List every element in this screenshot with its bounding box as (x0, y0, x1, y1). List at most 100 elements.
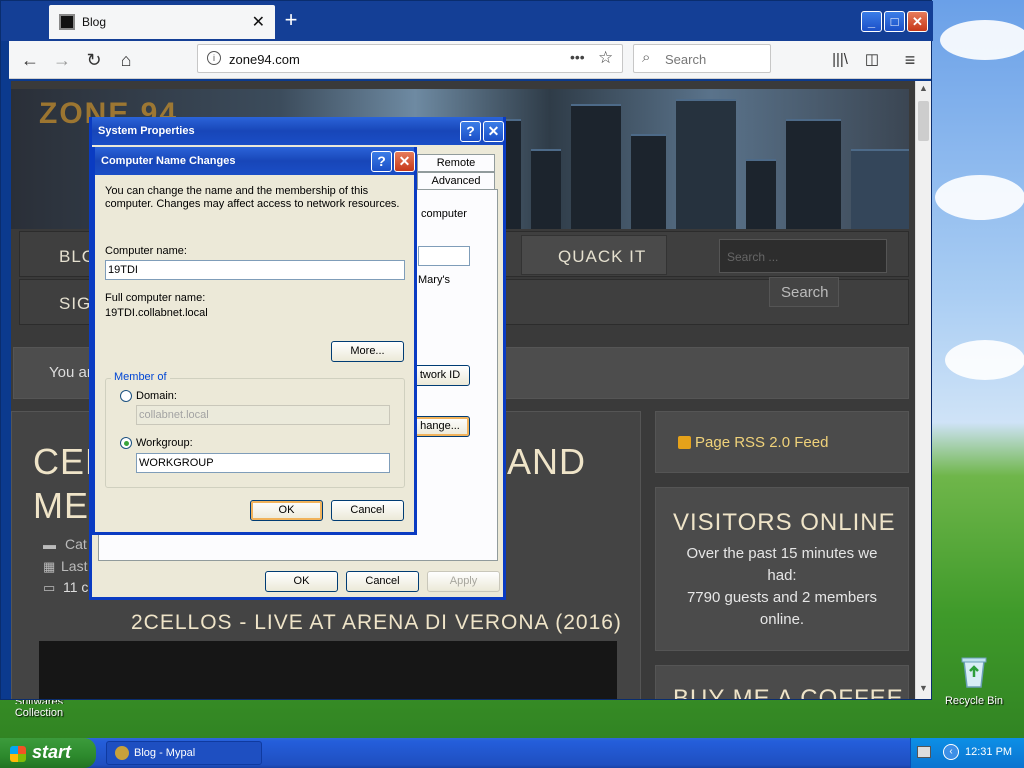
bookmark-star-icon[interactable]: ☆ (598, 48, 613, 68)
tab-advanced[interactable]: Advanced (417, 172, 495, 190)
calendar-icon: ▦ (43, 559, 56, 574)
visitors-text: had: (767, 567, 797, 584)
computer-name-titlebar[interactable]: Computer Name Changes (95, 147, 414, 175)
tab-title: Blog (82, 15, 107, 29)
home-icon[interactable]: ⌂ (115, 49, 137, 71)
scroll-down-icon[interactable]: ▼ (917, 683, 930, 697)
page-scrollbar[interactable]: ▲ ▼ (915, 81, 931, 699)
visitors-text: online. (759, 611, 805, 628)
taskbar-task-blog[interactable]: Blog - Mypal (106, 741, 262, 765)
domain-input: collabnet.local (136, 405, 390, 425)
breadcrumb-text: You ar (49, 364, 92, 381)
favicon-icon (59, 14, 75, 30)
domain-radio[interactable] (120, 390, 132, 402)
sp-cancel-button[interactable]: Cancel (346, 571, 419, 592)
workgroup-radio[interactable] (120, 437, 132, 449)
visitors-text: 7790 guests and 2 members (686, 589, 878, 606)
workgroup-label[interactable]: Workgroup: (136, 437, 193, 449)
tray-expand-icon[interactable]: ‹ (943, 744, 959, 760)
reload-icon[interactable]: ↻ (83, 49, 105, 71)
system-properties-titlebar[interactable]: System Properties (92, 117, 503, 145)
workgroup-input[interactable]: WORKGROUP (136, 453, 390, 473)
close-button[interactable]: ✕ (483, 121, 504, 142)
more-button[interactable]: More... (331, 341, 404, 362)
page-search-button-label[interactable]: Search (781, 284, 829, 301)
search-placeholder: Search (665, 52, 707, 67)
help-button[interactable]: ? (460, 121, 481, 142)
visitors-title: VISITORS ONLINE (673, 509, 896, 536)
library-icon[interactable]: |||\ (829, 49, 851, 71)
new-tab-button[interactable]: + (279, 7, 303, 35)
folder-icon: ▬ (43, 537, 56, 552)
browser-tab[interactable]: Blog ✕ (49, 5, 275, 39)
rss-link[interactable]: Page RSS 2.0 Feed (695, 434, 828, 451)
sp-apply-button[interactable]: Apply (427, 571, 500, 592)
coffee-title: BUY ME A COFFEE (673, 685, 904, 699)
minimize-button[interactable]: _ (861, 11, 882, 32)
tab-bar: Blog ✕ + _ □ ✕ (1, 1, 933, 41)
change-button[interactable]: hange... (410, 416, 470, 437)
visitors-text: Over the past 15 minutes we (686, 545, 878, 562)
search-icon: ⌕ (642, 49, 651, 66)
keyboard-icon[interactable] (917, 746, 931, 758)
browser-task-icon (115, 746, 129, 760)
clock[interactable]: 12:31 PM (965, 746, 1012, 758)
recycle-bin-icon[interactable] (958, 655, 990, 689)
tab-remote[interactable]: Remote (417, 154, 495, 172)
rss-icon (678, 436, 691, 449)
menu-item-sign[interactable]: SIG (59, 294, 91, 314)
task-label: Blog - Mypal (134, 747, 196, 759)
computer-name-label: Computer name: (105, 245, 187, 257)
desktop-icon-label[interactable]: Collection (4, 707, 74, 720)
meta-category: Cat (65, 536, 87, 552)
computer-name-input[interactable]: 19TDI (105, 260, 405, 280)
forward-icon[interactable]: → (51, 49, 73, 71)
sidebar-icon[interactable]: ◫ (861, 49, 883, 71)
scroll-thumb[interactable] (918, 101, 929, 141)
help-button[interactable]: ? (371, 151, 392, 172)
cloud (945, 340, 1024, 380)
recycle-bin-label[interactable]: Recycle Bin (940, 695, 1008, 708)
description-text: computer. Changes may affect access to n… (105, 198, 400, 210)
full-name-value: 19TDI.collabnet.local (105, 307, 208, 319)
domain-label[interactable]: Domain: (136, 390, 177, 402)
partial-text: computer (421, 208, 467, 220)
cancel-button[interactable]: Cancel (331, 500, 404, 521)
meta-last: Last (61, 558, 88, 574)
close-button[interactable]: ✕ (907, 11, 928, 32)
comment-icon: ▭ (43, 580, 56, 595)
menu-item-quack-label[interactable]: QUACK IT (558, 247, 646, 267)
ok-button[interactable]: OK (250, 500, 323, 521)
start-label[interactable]: start (32, 742, 71, 763)
page-search-placeholder: Search ... (727, 250, 779, 264)
partial-textbox (418, 246, 470, 266)
network-id-button[interactable]: twork ID (410, 365, 470, 386)
close-button[interactable]: ✕ (394, 151, 415, 172)
video-title[interactable]: 2CELLOS - LIVE AT ARENA DI VERONA (2016) (131, 611, 622, 635)
url-text[interactable]: zone94.com (229, 52, 300, 67)
scroll-up-icon[interactable]: ▲ (917, 83, 930, 97)
description-text: You can change the name and the membersh… (105, 185, 369, 197)
member-of-label: Member of (111, 371, 170, 383)
system-tray: ‹ 12:31 PM (910, 738, 1024, 768)
partial-text: Mary's (418, 274, 451, 286)
url-bar[interactable]: i zone94.com ••• ☆ (197, 44, 623, 73)
meta-comments[interactable]: 11 c (63, 579, 88, 595)
cloud (935, 175, 1024, 220)
back-icon[interactable]: ← (19, 49, 41, 71)
full-name-label: Full computer name: (105, 292, 206, 304)
computer-name-title: Computer Name Changes (101, 155, 236, 167)
sp-ok-button[interactable]: OK (265, 571, 338, 592)
cloud (940, 20, 1024, 60)
video-player[interactable] (39, 641, 617, 699)
start-button[interactable]: start (0, 738, 96, 768)
tab-close-icon[interactable]: ✕ (252, 12, 265, 32)
info-icon[interactable]: i (207, 51, 221, 65)
maximize-button[interactable]: □ (884, 11, 905, 32)
menu-icon[interactable]: ≡ (899, 49, 921, 71)
page-actions-icon[interactable]: ••• (570, 49, 585, 65)
computer-name-changes-dialog: Computer Name Changes ? ✕ You can change… (92, 147, 417, 535)
search-bar[interactable]: ⌕ Search (633, 44, 771, 73)
system-properties-title: System Properties (98, 125, 195, 137)
article-title-line1-end[interactable]: AND (507, 441, 586, 483)
